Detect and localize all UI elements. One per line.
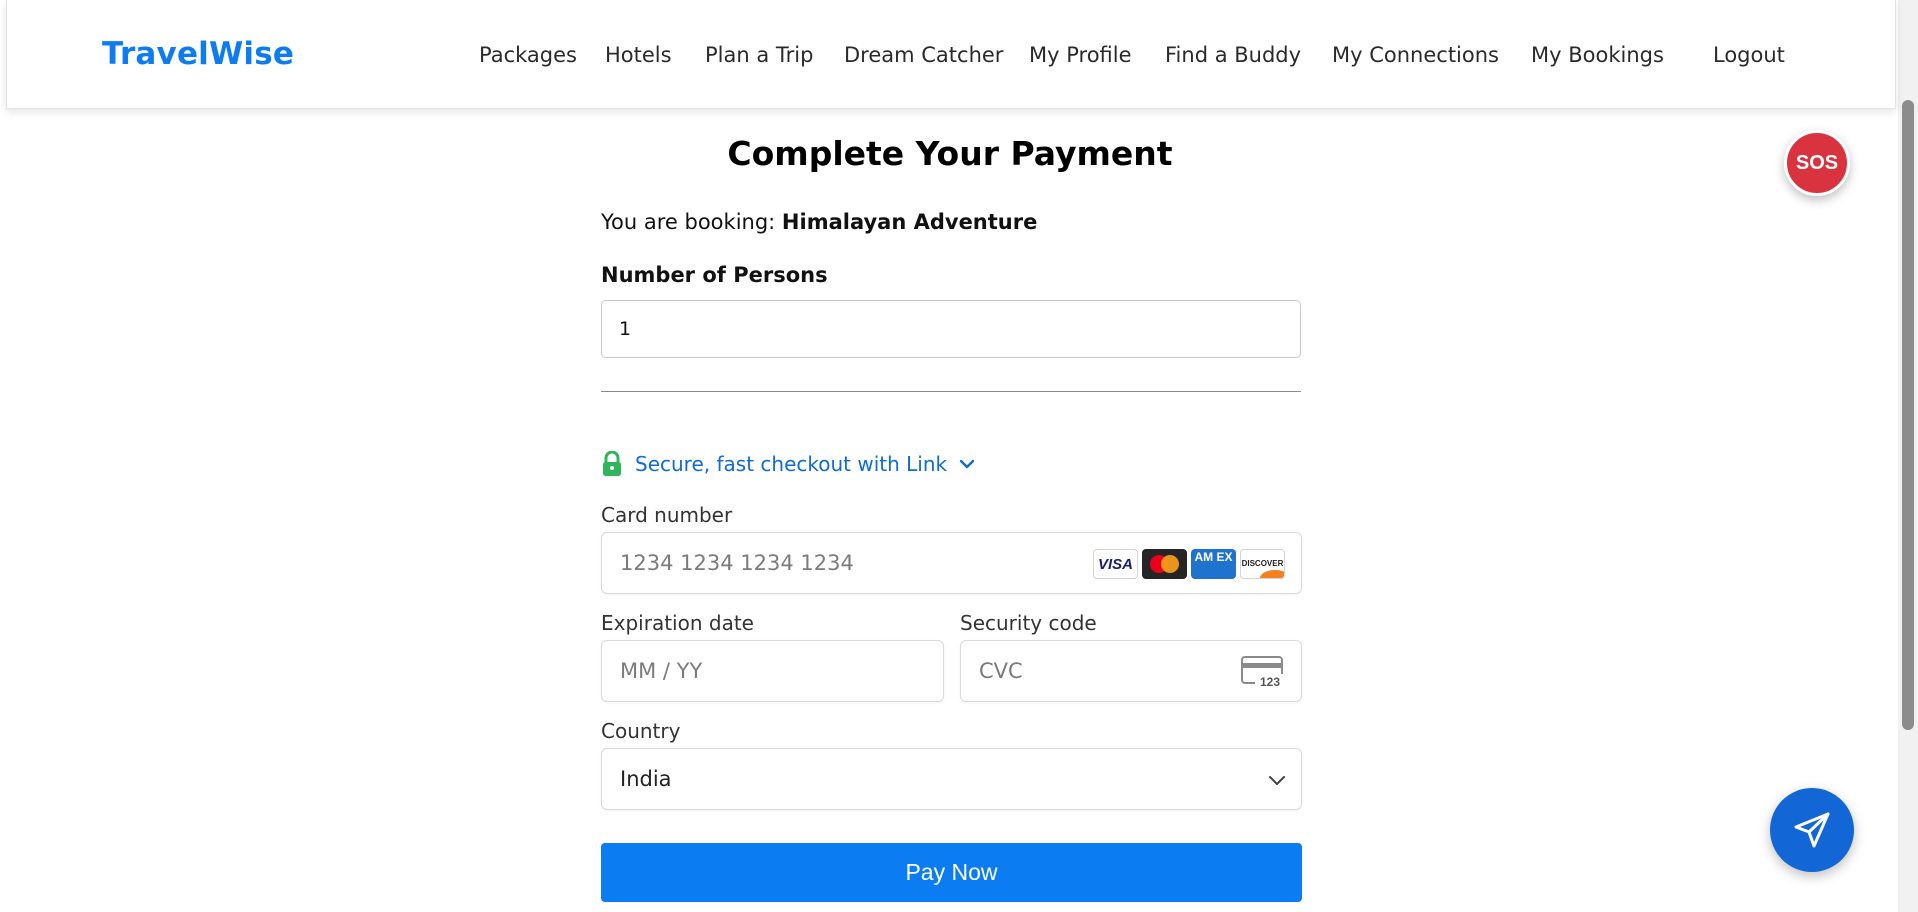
booking-prefix: You are booking: — [601, 210, 782, 234]
card-number-label: Card number — [601, 503, 733, 527]
package-name: Himalayan Adventure — [781, 210, 1038, 234]
expiration-field — [601, 640, 944, 702]
nav-link-dream-catcher[interactable]: Dream Catcher — [844, 43, 1003, 67]
chevron-down-icon — [1269, 776, 1285, 785]
nav-link-hotels[interactable]: Hotels — [605, 43, 672, 67]
discover-logo: DISCOVER — [1240, 549, 1285, 579]
nav-link-my-bookings[interactable]: My Bookings — [1531, 43, 1664, 67]
visa-logo: VISA — [1093, 549, 1138, 579]
page-title: Complete Your Payment — [727, 134, 1173, 173]
nav-link-plan-a-trip[interactable]: Plan a Trip — [705, 43, 813, 67]
nav-link-find-a-buddy[interactable]: Find a Buddy — [1165, 43, 1301, 67]
paper-plane-icon — [1794, 812, 1830, 848]
persons-input[interactable] — [601, 300, 1301, 358]
card-brand-logos: VISA AM EX DISCOVER — [1093, 549, 1285, 579]
send-button[interactable] — [1770, 788, 1854, 872]
svg-text:123: 123 — [1260, 675, 1280, 689]
country-label: Country — [601, 719, 681, 743]
chevron-down-icon[interactable] — [959, 456, 975, 472]
top-navbar: TravelWise Packages Hotels Plan a Trip D… — [6, 0, 1896, 109]
mastercard-logo — [1142, 549, 1187, 579]
nav-link-my-profile[interactable]: My Profile — [1029, 43, 1132, 67]
card-number-field: VISA AM EX DISCOVER — [601, 532, 1302, 594]
persons-label: Number of Persons — [601, 263, 828, 287]
booking-summary: You are booking: Himalayan Adventure — [601, 210, 1037, 234]
expiration-input[interactable] — [602, 641, 943, 701]
link-checkout-text[interactable]: Secure, fast checkout with Link — [635, 452, 947, 476]
brand-logo[interactable]: TravelWise — [102, 36, 294, 72]
page-scrollbar[interactable] — [1898, 0, 1918, 912]
sos-button[interactable]: SOS — [1784, 130, 1850, 196]
amex-logo: AM EX — [1191, 549, 1236, 579]
lock-icon — [601, 450, 623, 477]
cvc-card-icon: 123 — [1241, 656, 1285, 689]
country-select[interactable]: India — [601, 748, 1302, 810]
nav-link-my-connections[interactable]: My Connections — [1332, 43, 1499, 67]
security-code-label: Security code — [960, 611, 1097, 635]
expiration-label: Expiration date — [601, 611, 754, 635]
nav-link-logout[interactable]: Logout — [1713, 43, 1785, 67]
scrollbar-thumb[interactable] — [1902, 100, 1914, 730]
security-code-field: 123 — [960, 640, 1302, 702]
divider — [601, 391, 1301, 392]
country-value: India — [620, 767, 672, 791]
link-checkout-toggle[interactable]: Secure, fast checkout with Link — [601, 450, 975, 478]
nav-link-packages[interactable]: Packages — [479, 43, 577, 67]
pay-now-button[interactable]: Pay Now — [601, 843, 1302, 902]
